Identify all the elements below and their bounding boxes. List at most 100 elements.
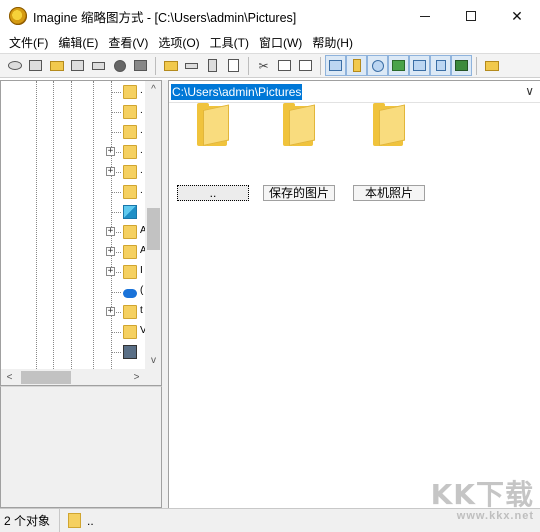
- tree-row[interactable]: +A: [1, 242, 145, 262]
- expand-icon[interactable]: +: [106, 247, 115, 256]
- tree-connector: [111, 92, 121, 93]
- maximize-button[interactable]: [448, 0, 494, 32]
- up-folder-icon[interactable]: [481, 55, 502, 76]
- rename-icon[interactable]: [181, 55, 202, 76]
- details-icon[interactable]: [430, 55, 451, 76]
- folder-tree-pane[interactable]: ...+.+..+A+A+I(+tV ^ v < >: [0, 80, 162, 386]
- scroll-thumb[interactable]: [21, 371, 71, 384]
- address-dropdown-icon[interactable]: ∨: [525, 84, 534, 98]
- scroll-thumb[interactable]: [147, 208, 160, 250]
- scrollbar-corner: [145, 369, 161, 385]
- thumbnail-item[interactable]: ..: [177, 83, 251, 201]
- menu-view[interactable]: 查看(V): [103, 34, 153, 51]
- scroll-up-arrow[interactable]: ^: [145, 81, 161, 98]
- minimize-icon: [420, 15, 430, 17]
- folder-icon: [283, 103, 317, 146]
- expand-icon[interactable]: +: [106, 227, 115, 236]
- minimize-button[interactable]: [402, 0, 448, 32]
- thumbnail-label[interactable]: 本机照片: [353, 185, 425, 201]
- tree-row[interactable]: +A: [1, 222, 145, 242]
- tree-connector: [111, 292, 121, 293]
- view-icon[interactable]: [4, 55, 25, 76]
- onedrive-icon: [123, 289, 137, 298]
- thumbnail-item[interactable]: 本机照片: [353, 83, 427, 201]
- slideshow-icon[interactable]: [451, 55, 472, 76]
- filter-icon[interactable]: [388, 55, 409, 76]
- cut-icon[interactable]: ✂: [253, 55, 274, 76]
- expand-icon[interactable]: +: [106, 267, 115, 276]
- menu-edit[interactable]: 编辑(E): [53, 34, 103, 51]
- expand-icon[interactable]: +: [106, 147, 115, 156]
- folder-icon: [68, 513, 81, 528]
- menu-file[interactable]: 文件(F): [4, 34, 53, 51]
- folder-icon: [123, 165, 137, 179]
- scroll-right-arrow[interactable]: >: [128, 369, 145, 385]
- tree-connector: [111, 132, 121, 133]
- copy-icon[interactable]: [274, 55, 295, 76]
- open-folder-icon[interactable]: [46, 55, 67, 76]
- expand-icon[interactable]: +: [106, 167, 115, 176]
- properties-icon[interactable]: [223, 55, 244, 76]
- camera-icon[interactable]: [130, 55, 151, 76]
- thumbnail-label[interactable]: ..: [177, 185, 249, 201]
- tree-row[interactable]: +.: [1, 162, 145, 182]
- clock-icon[interactable]: [367, 55, 388, 76]
- thumbnail-pane[interactable]: C:\Users\admin\Pictures ∨ .. 保存的图片 本机照片: [168, 80, 540, 508]
- window-title: Imagine 缩略图方式 - [C:\Users\admin\Pictures…: [33, 10, 297, 25]
- maximize-icon: [466, 11, 476, 21]
- folder-icon: [123, 145, 137, 159]
- tree-row[interactable]: + t: [1, 302, 145, 322]
- toolbar-separator: [476, 56, 477, 75]
- tree-row[interactable]: .: [1, 82, 145, 102]
- tree-row[interactable]: + I: [1, 262, 145, 282]
- menu-bar: 文件(F) 编辑(E) 查看(V) 选项(O) 工具(T) 窗口(W) 帮助(H…: [0, 32, 540, 52]
- tree-horizontal-scrollbar[interactable]: < >: [1, 369, 145, 385]
- tree-connector: [111, 112, 121, 113]
- 3d-objects-icon: [123, 205, 137, 219]
- tree-connector: [111, 352, 121, 353]
- scroll-left-arrow[interactable]: <: [1, 369, 18, 385]
- browse-icon[interactable]: [25, 55, 46, 76]
- tree-row[interactable]: .: [1, 122, 145, 142]
- info-icon[interactable]: [109, 55, 130, 76]
- folder-tree[interactable]: ...+.+..+A+A+I(+tV: [1, 81, 145, 369]
- new-folder-icon[interactable]: [160, 55, 181, 76]
- folder-icon: [123, 125, 137, 139]
- toolbar-separator: [155, 56, 156, 75]
- menu-window[interactable]: 窗口(W): [254, 34, 307, 51]
- paste-icon[interactable]: [295, 55, 316, 76]
- tree-row[interactable]: [1, 342, 145, 362]
- folder-icon: [123, 305, 137, 319]
- expand-icon[interactable]: +: [106, 307, 115, 316]
- folder-icon: [123, 245, 137, 259]
- folder-icon: [123, 105, 137, 119]
- tree-connector: [111, 192, 121, 193]
- tree-row[interactable]: +.: [1, 142, 145, 162]
- menu-help[interactable]: 帮助(H): [307, 34, 358, 51]
- tree-row[interactable]: .: [1, 182, 145, 202]
- folder-icon: [197, 103, 231, 146]
- folder-icon: [123, 85, 137, 99]
- folder-icon: [123, 185, 137, 199]
- thumbnail-label[interactable]: 保存的图片: [263, 185, 335, 201]
- menu-tools[interactable]: 工具(T): [205, 34, 254, 51]
- thumbnail-view-icon[interactable]: [325, 55, 346, 76]
- delete-icon[interactable]: [202, 55, 223, 76]
- close-button[interactable]: ✕: [494, 0, 540, 32]
- thumbnail-item[interactable]: 保存的图片: [263, 83, 337, 201]
- save-all-icon[interactable]: [67, 55, 88, 76]
- tree-connector: [111, 332, 121, 333]
- tree-row[interactable]: (: [1, 282, 145, 302]
- menu-options[interactable]: 选项(O): [153, 34, 204, 51]
- print-icon[interactable]: [88, 55, 109, 76]
- tree-vertical-scrollbar[interactable]: ^ v: [145, 81, 161, 369]
- tree-row[interactable]: V: [1, 322, 145, 342]
- grid-icon[interactable]: [409, 55, 430, 76]
- tree-row[interactable]: [1, 202, 145, 222]
- toolbar: ✂: [0, 53, 540, 78]
- folder-icon: [123, 325, 137, 339]
- tree-row[interactable]: .: [1, 102, 145, 122]
- scroll-down-arrow[interactable]: v: [145, 352, 161, 369]
- tree-view-icon[interactable]: [346, 55, 367, 76]
- folder-icon: [123, 225, 137, 239]
